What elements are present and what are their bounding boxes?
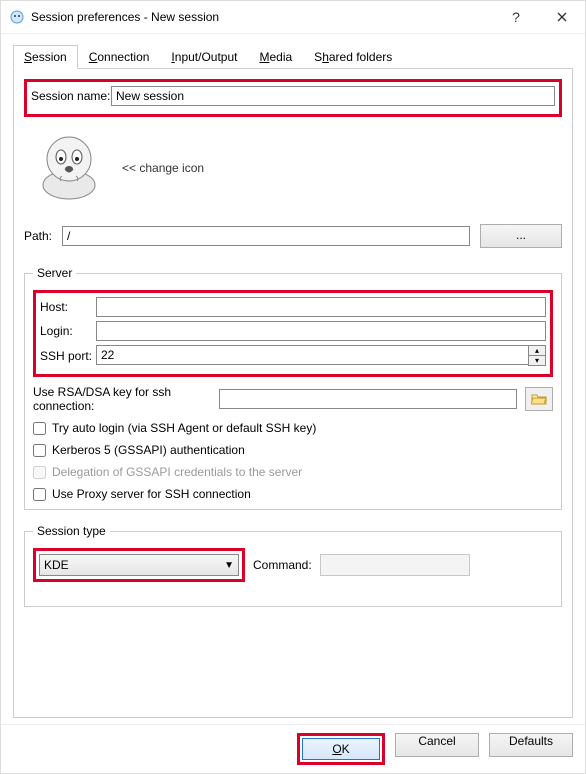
session-name-label: Session name:: [31, 89, 111, 103]
tab-session-label: ession: [32, 50, 67, 64]
close-icon: [557, 12, 567, 22]
app-icon: [9, 9, 25, 25]
tab-io-label: nput/Output: [175, 50, 238, 64]
session-type-group: Session type KDE ▼ Command:: [24, 524, 562, 607]
change-icon-link[interactable]: << change icon: [122, 161, 204, 175]
session-type-value: KDE: [44, 558, 69, 572]
path-browse-button[interactable]: ...: [480, 224, 562, 248]
kerberos-checkbox[interactable]: [33, 444, 46, 457]
ok-label-rest: K: [342, 742, 350, 756]
tab-media[interactable]: Media: [248, 45, 303, 69]
rsa-key-input[interactable]: [219, 389, 517, 409]
login-input[interactable]: [96, 321, 546, 341]
tab-connection-label: onnection: [97, 50, 149, 64]
tab-io[interactable]: Input/Output: [160, 45, 248, 69]
host-input[interactable]: [96, 297, 546, 317]
server-highlight: Host: Login: SSH port: ▴ ▾: [33, 290, 553, 377]
ssh-port-down-button[interactable]: ▾: [529, 356, 545, 365]
host-label: Host:: [40, 300, 96, 314]
tab-shared[interactable]: Shared folders: [303, 45, 403, 69]
auto-login-label: Try auto login (via SSH Agent or default…: [52, 421, 316, 435]
close-button[interactable]: [539, 1, 585, 33]
server-group: Server Host: Login: SSH port:: [24, 266, 562, 510]
folder-open-icon: [531, 392, 547, 406]
session-name-highlight: Session name:: [24, 79, 562, 117]
kerberos-row: Kerberos 5 (GSSAPI) authentication: [33, 443, 553, 457]
delegation-checkbox: [33, 466, 46, 479]
rsa-browse-button[interactable]: [525, 387, 553, 411]
command-input: [320, 554, 470, 576]
ssh-port-label: SSH port:: [40, 349, 96, 363]
window-title: Session preferences - New session: [31, 10, 493, 24]
server-legend: Server: [33, 266, 76, 280]
kerberos-label: Kerberos 5 (GSSAPI) authentication: [52, 443, 245, 457]
path-row: Path: ...: [24, 224, 562, 248]
delegation-row: Delegation of GSSAPI credentials to the …: [33, 465, 553, 479]
icon-area: << change icon: [32, 129, 562, 206]
chevron-down-icon: ▼: [224, 560, 234, 571]
tab-connection[interactable]: Connection: [78, 45, 161, 69]
proxy-checkbox[interactable]: [33, 488, 46, 501]
session-type-highlight: KDE ▼: [33, 548, 245, 582]
proxy-label: Use Proxy server for SSH connection: [52, 487, 251, 501]
delegation-label: Delegation of GSSAPI credentials to the …: [52, 465, 302, 479]
auto-login-row: Try auto login (via SSH Agent or default…: [33, 421, 553, 435]
titlebar: Session preferences - New session ?: [1, 1, 585, 34]
tab-bar: Sdocument.currentScript.previousElementS…: [13, 44, 573, 69]
auto-login-checkbox[interactable]: [33, 422, 46, 435]
ssh-port-input[interactable]: [96, 345, 528, 365]
rsa-row: Use RSA/DSA key for ssh connection:: [33, 385, 553, 413]
rsa-label: Use RSA/DSA key for ssh connection:: [33, 385, 219, 413]
ok-button[interactable]: OK: [302, 738, 380, 760]
command-label: Command:: [253, 558, 312, 572]
ssh-port-up-button[interactable]: ▴: [529, 346, 545, 356]
cancel-button[interactable]: Cancel: [395, 733, 479, 757]
defaults-button[interactable]: Defaults: [489, 733, 573, 757]
tab-session[interactable]: Sdocument.currentScript.previousElementS…: [13, 45, 78, 69]
tab-media-label: edia: [269, 50, 292, 64]
button-bar: OK Cancel Defaults: [1, 724, 585, 773]
path-label: Path:: [24, 229, 62, 243]
login-label: Login:: [40, 324, 96, 338]
session-type-combo[interactable]: KDE ▼: [39, 554, 239, 576]
tab-shared-label: ared folders: [329, 50, 392, 64]
proxy-row: Use Proxy server for SSH connection: [33, 487, 553, 501]
content-area: Sdocument.currentScript.previousElementS…: [1, 34, 585, 724]
session-preferences-window: Session preferences - New session ? Sdoc…: [0, 0, 586, 774]
help-button[interactable]: ?: [493, 1, 539, 33]
ok-highlight: OK: [297, 733, 385, 765]
session-tab-panel: Session name:: [13, 69, 573, 718]
session-name-input[interactable]: [111, 86, 555, 106]
path-input[interactable]: [62, 226, 470, 246]
session-icon: [32, 129, 106, 206]
session-type-legend: Session type: [33, 524, 110, 538]
